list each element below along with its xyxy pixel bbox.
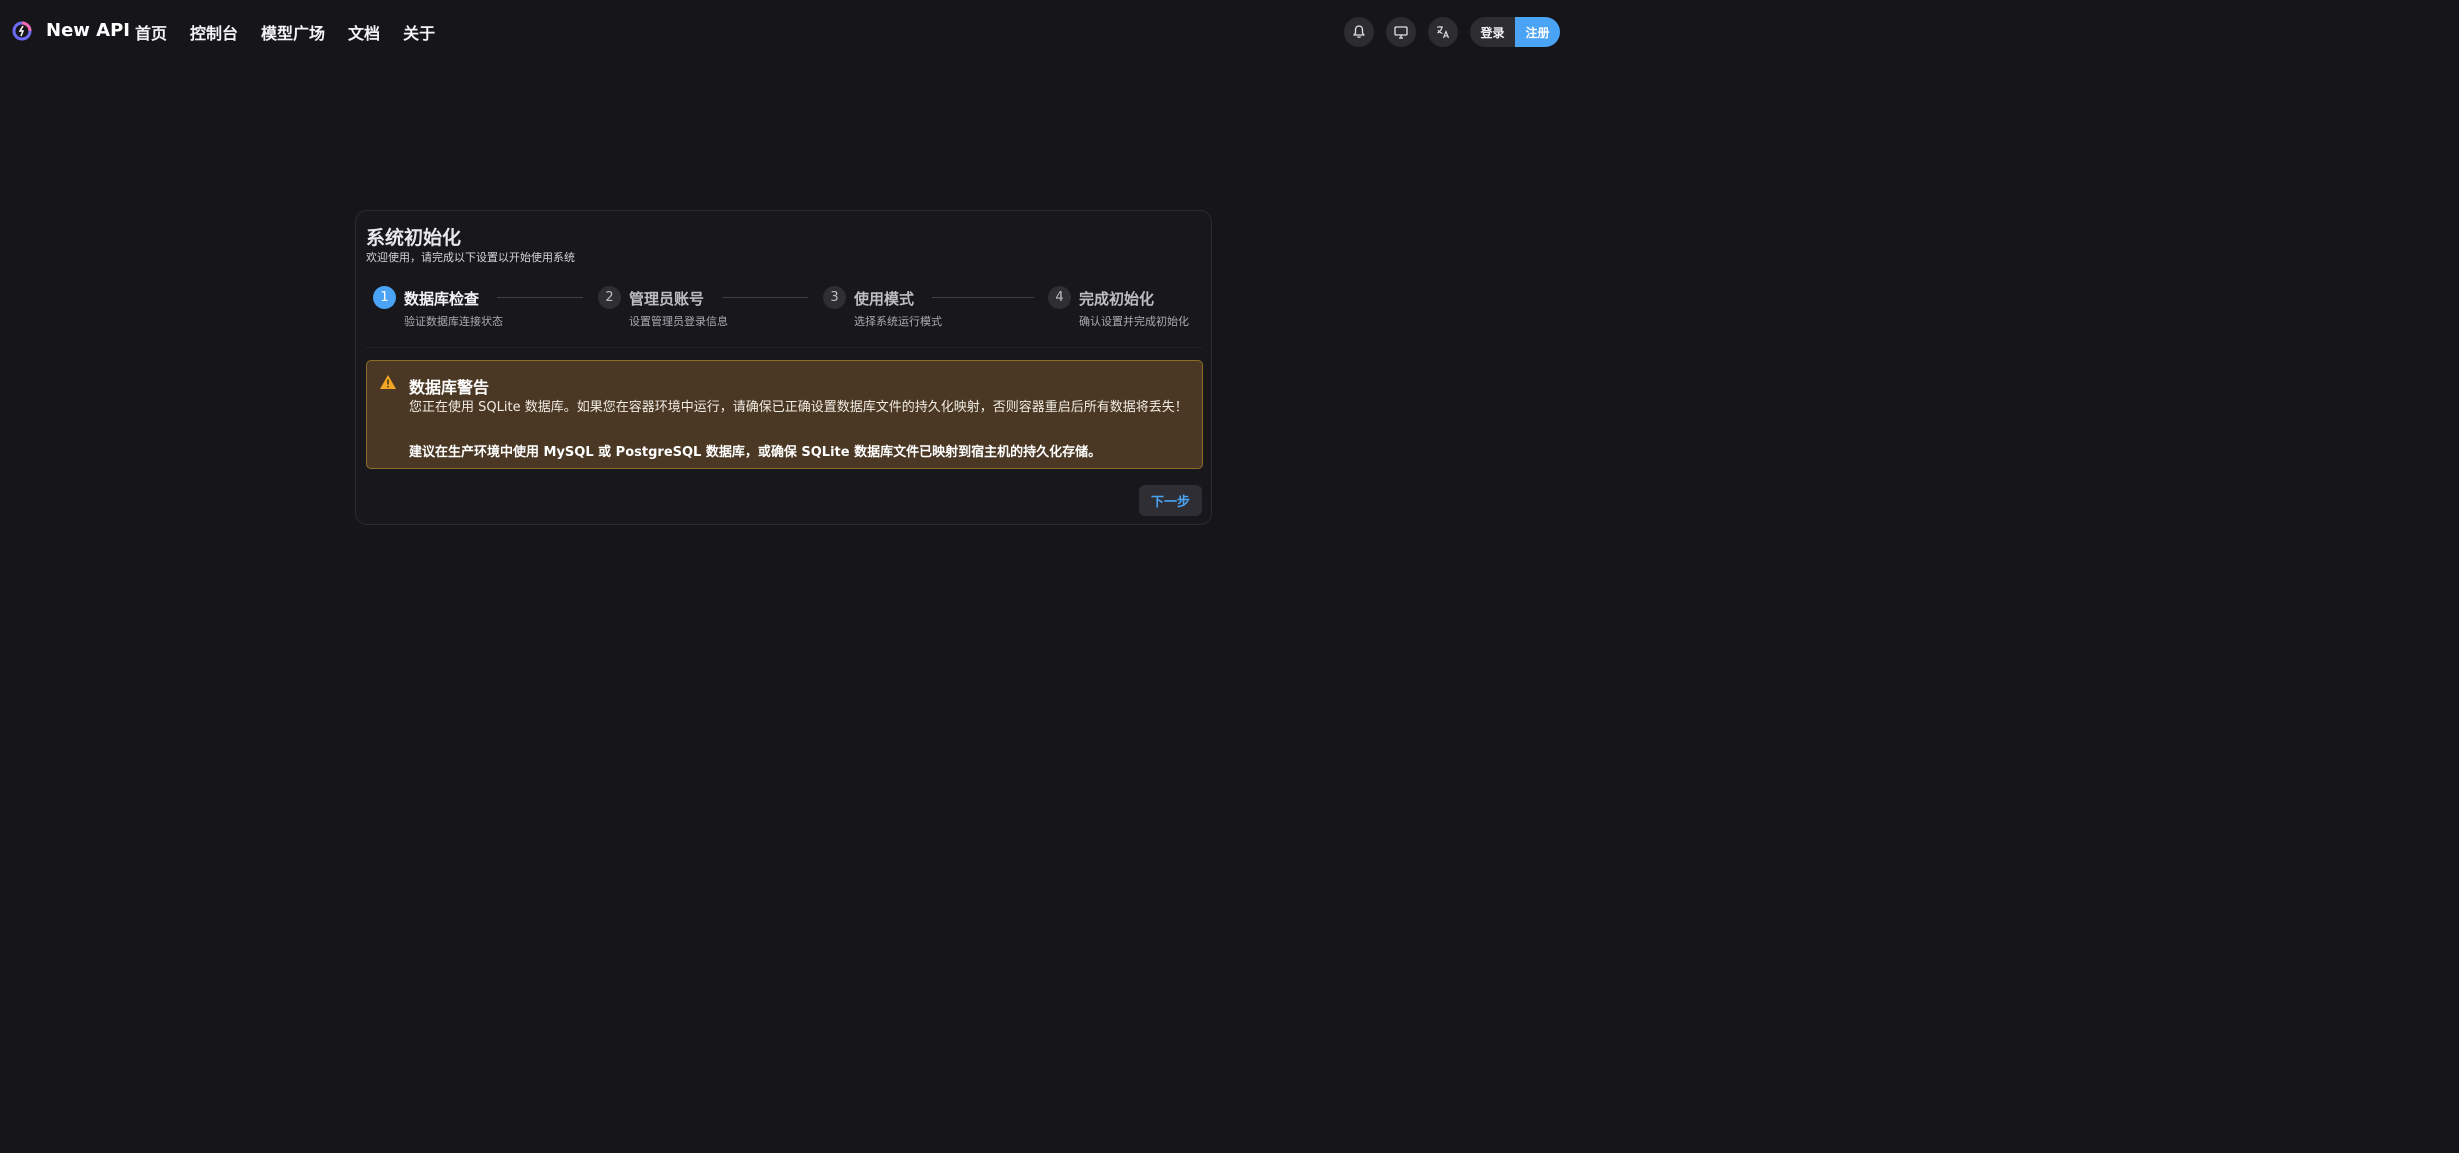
- step-title: 数据库检查: [404, 290, 480, 308]
- app-logo-icon[interactable]: [12, 21, 32, 41]
- section-divider: [366, 347, 1202, 348]
- step-description: 选择系统运行模式: [854, 315, 942, 328]
- nav-item-model-market[interactable]: 模型广场: [261, 20, 325, 44]
- warning-message: 您正在使用 SQLite 数据库。如果您在容器环境中运行，请确保已正确设置数据库…: [409, 400, 1188, 415]
- warning-icon: [380, 375, 396, 389]
- step-connector: [932, 297, 1034, 298]
- step-number: 2: [598, 286, 621, 309]
- step-description: 设置管理员登录信息: [629, 315, 728, 328]
- register-button[interactable]: 注册: [1515, 17, 1560, 47]
- top-navigation-bar: New API 首页 控制台 模型广场 文档 关于 登录 注册: [0, 0, 1568, 64]
- warning-recommendation: 建议在生产环境中使用 MySQL 或 PostgreSQL 数据库，或确保 SQ…: [409, 445, 1102, 460]
- monitor-icon: [1394, 26, 1408, 39]
- nav-item-console[interactable]: 控制台: [190, 20, 238, 44]
- brand-name[interactable]: New API: [46, 20, 130, 41]
- step-number: 4: [1048, 286, 1071, 309]
- setup-card: 系统初始化 欢迎使用，请完成以下设置以开始使用系统 1 数据库检查 验证数据库连…: [355, 210, 1212, 525]
- bell-icon: [1353, 25, 1365, 38]
- next-step-button[interactable]: 下一步: [1139, 485, 1202, 516]
- step-title: 管理员账号: [629, 290, 705, 308]
- step-number: 1: [373, 286, 396, 309]
- nav-item-docs[interactable]: 文档: [348, 20, 380, 44]
- language-button[interactable]: [1428, 17, 1458, 47]
- step-connector: [722, 297, 808, 298]
- nav-item-home[interactable]: 首页: [135, 20, 167, 44]
- notifications-button[interactable]: [1344, 17, 1374, 47]
- step-title: 使用模式: [854, 290, 915, 308]
- page-title: 系统初始化: [366, 227, 462, 249]
- auth-buttons: 登录 注册: [1470, 17, 1560, 47]
- main-nav: 首页 控制台 模型广场 文档 关于: [135, 20, 435, 44]
- step-title: 完成初始化: [1079, 290, 1155, 308]
- setup-steps: 1 数据库检查 验证数据库连接状态 2 管理员账号 设置管理员登录信息 3 使用…: [373, 286, 1203, 336]
- translate-icon: [1437, 26, 1450, 39]
- database-warning-banner: 数据库警告 您正在使用 SQLite 数据库。如果您在容器环境中运行，请确保已正…: [366, 360, 1203, 469]
- page-subtitle: 欢迎使用，请完成以下设置以开始使用系统: [366, 251, 575, 264]
- step-number: 3: [823, 286, 846, 309]
- step-connector: [497, 297, 583, 298]
- nav-item-about[interactable]: 关于: [403, 20, 435, 44]
- login-button[interactable]: 登录: [1470, 17, 1515, 47]
- step-description: 验证数据库连接状态: [404, 315, 503, 328]
- warning-title: 数据库警告: [409, 378, 490, 397]
- theme-toggle-button[interactable]: [1386, 17, 1416, 47]
- step-description: 确认设置并完成初始化: [1079, 315, 1189, 328]
